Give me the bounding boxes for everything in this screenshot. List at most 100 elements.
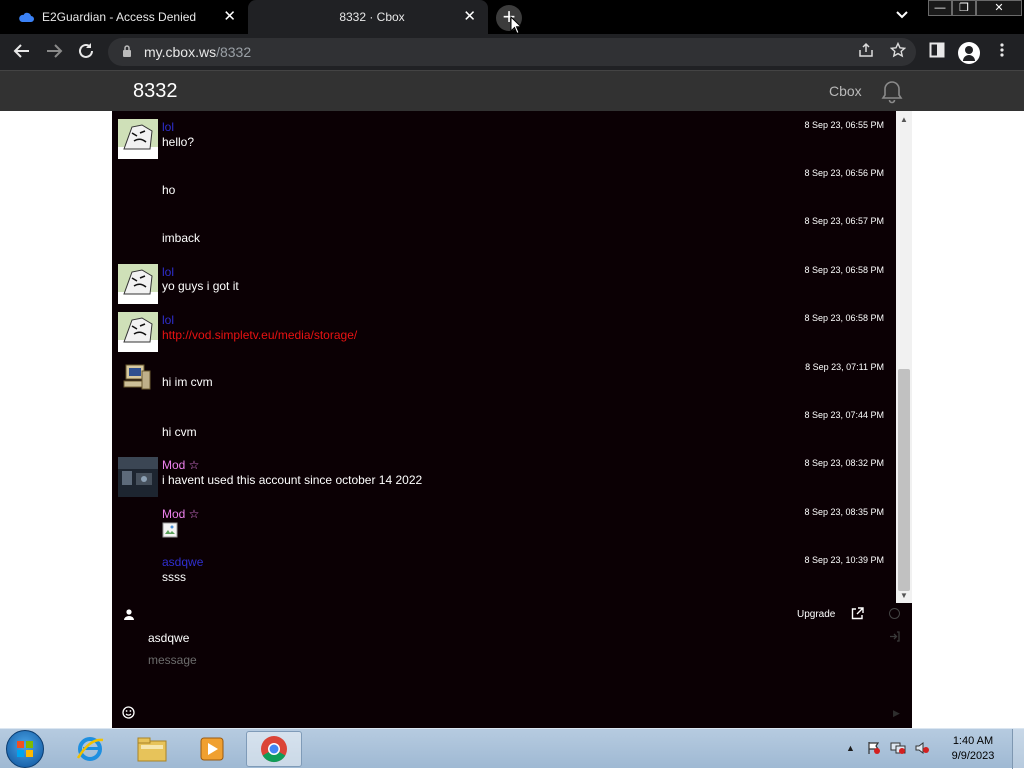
message-author[interactable]: lol (162, 265, 174, 279)
chat-message: hi im cvm 8 Sep 23, 07:11 PM (112, 355, 896, 403)
internet-explorer-button[interactable] (62, 731, 118, 767)
message-author[interactable]: Mod ☆ (162, 458, 199, 472)
send-arrow-icon[interactable]: ▶ (893, 708, 900, 719)
profile-avatar-icon[interactable] (958, 42, 980, 64)
chat-scrollbar[interactable]: ▲ ▼ (896, 111, 912, 603)
message-text: imback (162, 231, 201, 245)
close-tab-icon[interactable]: ✕ (463, 9, 476, 25)
tab-e2guardian[interactable]: E2Guardian - Access Denied ✕ (0, 0, 248, 34)
name-field[interactable] (148, 631, 448, 645)
internet-explorer-icon (76, 737, 104, 761)
minimize-button[interactable]: — (928, 0, 952, 16)
media-player-icon (200, 737, 224, 761)
tab-title: E2Guardian - Access Denied (42, 10, 197, 24)
tab-strip: E2Guardian - Access Denied ✕ 8332 · Cbox… (0, 0, 1024, 35)
brand-link[interactable]: Cbox (829, 83, 862, 99)
message-text: yo guys i got it (162, 279, 239, 293)
message-text: hello? (162, 135, 195, 149)
chrome-icon (261, 736, 287, 763)
bell-icon[interactable] (879, 79, 905, 110)
message-timestamp: 8 Sep 23, 06:56 PM (804, 168, 884, 178)
tab-title: 8332 · Cbox (339, 10, 405, 24)
scrollbar-thumb[interactable] (898, 369, 910, 591)
cloud-icon (18, 9, 34, 25)
clock-date: 9/9/2023 (951, 750, 995, 762)
message-input[interactable] (148, 653, 848, 693)
message-author[interactable]: asdqwe (162, 555, 203, 569)
menu-kebab-icon[interactable] (999, 42, 1005, 63)
message-timestamp: 8 Sep 23, 10:39 PM (804, 555, 884, 565)
popout-icon[interactable] (851, 607, 864, 623)
message-timestamp: 8 Sep 23, 07:44 PM (804, 410, 884, 420)
forward-arrow-icon[interactable] (44, 42, 64, 62)
photo-avatar (118, 457, 158, 497)
back-arrow-icon[interactable] (12, 42, 32, 62)
bookmark-star-icon[interactable] (889, 41, 907, 62)
chat-message: lol yo guys i got it 8 Sep 23, 06:58 PM (112, 258, 896, 306)
meme-avatar (118, 312, 158, 352)
computer-avatar (123, 364, 151, 390)
chat-message: asdqwe ssss 8 Sep 23, 10:39 PM (112, 548, 896, 596)
chat-message: lol hello? 8 Sep 23, 06:55 PM (112, 113, 896, 161)
scroll-down-arrow-icon[interactable]: ▼ (900, 591, 908, 600)
scroll-up-arrow-icon[interactable]: ▲ (900, 115, 908, 124)
chat-message: Mod ☆ 8 Sep 23, 08:35 PM (112, 500, 896, 548)
clock-time: 1:40 AM (952, 735, 994, 747)
message-timestamp: 8 Sep 23, 06:55 PM (804, 120, 884, 130)
message-text: i havent used this account since october… (162, 473, 423, 487)
page-title: 8332 (133, 80, 178, 102)
side-panel-icon[interactable] (929, 42, 945, 63)
tab-cbox[interactable]: 8332 · Cbox ✕ (248, 0, 488, 34)
show-hidden-icons-icon[interactable]: ▲ (846, 743, 855, 753)
action-center-flag-icon[interactable] (866, 741, 882, 755)
show-desktop-button[interactable] (1012, 729, 1024, 769)
message-timestamp: 8 Sep 23, 08:35 PM (804, 507, 884, 517)
window-controls: — ❐ ✕ (928, 0, 1022, 16)
chat-message: hi cvm 8 Sep 23, 07:44 PM (112, 403, 896, 451)
message-author[interactable]: Mod ☆ (162, 507, 199, 521)
chat-message: imback 8 Sep 23, 06:57 PM (112, 209, 896, 257)
lock-icon[interactable] (122, 44, 136, 60)
message-text: hi cvm (162, 425, 197, 439)
chat-message: ho 8 Sep 23, 06:56 PM (112, 161, 896, 209)
folder-icon (137, 737, 167, 762)
meme-avatar (118, 264, 158, 304)
system-clock[interactable]: 1:40 AM 9/9/2023 (944, 734, 1002, 764)
start-button[interactable] (6, 730, 44, 768)
browser-toolbar: my.cbox.ws /8332 (0, 34, 1024, 70)
message-timestamp: 8 Sep 23, 07:11 PM (805, 362, 884, 372)
mouse-cursor-icon (510, 16, 522, 35)
login-icon[interactable] (889, 631, 900, 645)
message-text: ho (162, 183, 176, 197)
upgrade-link[interactable]: Upgrade (797, 609, 835, 620)
close-tab-icon[interactable]: ✕ (223, 9, 236, 25)
message-author[interactable]: lol (162, 120, 174, 134)
emoji-icon[interactable] (122, 706, 135, 722)
taskbar: ▲ 1:40 AM 9/9/2023 (0, 728, 1024, 769)
meme-avatar (118, 119, 158, 159)
file-explorer-button[interactable] (124, 731, 180, 767)
media-player-button[interactable] (184, 731, 240, 767)
address-bar[interactable]: my.cbox.ws /8332 (108, 38, 916, 66)
message-text: ssss (162, 570, 186, 584)
message-text: hi im cvm (162, 375, 213, 389)
message-timestamp: 8 Sep 23, 06:58 PM (804, 265, 884, 275)
url-host: my.cbox.ws (144, 44, 217, 60)
reload-icon[interactable] (76, 42, 96, 62)
message-timestamp: 8 Sep 23, 06:58 PM (804, 313, 884, 323)
chrome-button[interactable] (246, 731, 302, 767)
tab-search-chevron-icon[interactable] (896, 8, 908, 22)
share-icon[interactable] (858, 42, 874, 62)
restore-button[interactable]: ❐ (952, 0, 976, 16)
message-timestamp: 8 Sep 23, 08:32 PM (804, 458, 884, 468)
message-link[interactable]: http://vod.simpletv.eu/media/storage/ (162, 328, 357, 342)
chat-message: lol http://vod.simpletv.eu/media/storage… (112, 306, 896, 354)
message-author[interactable]: lol (162, 313, 174, 327)
network-icon[interactable] (890, 741, 906, 755)
volume-muted-icon[interactable] (914, 741, 930, 755)
close-window-button[interactable]: ✕ (976, 0, 1022, 16)
user-icon[interactable] (124, 607, 134, 625)
status-ring-icon (889, 608, 900, 619)
broken-image-icon[interactable] (162, 522, 178, 543)
chat-message: Mod ☆ i havent used this account since o… (112, 451, 896, 500)
